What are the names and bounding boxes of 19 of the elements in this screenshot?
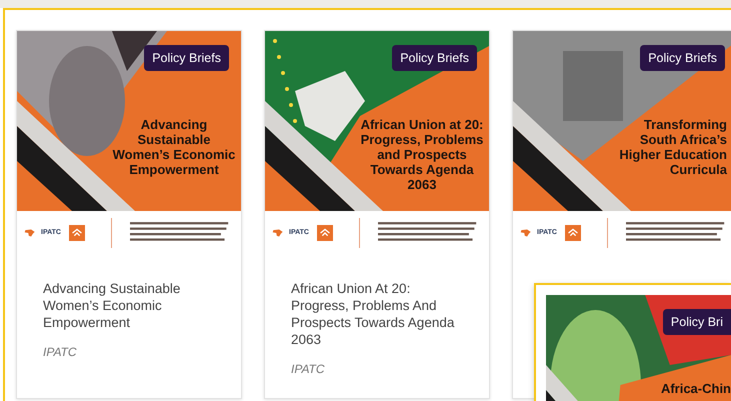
africa-map-icon <box>271 228 285 238</box>
emblem-icon <box>68 224 85 240</box>
cover-title: Africa-Chin <box>660 381 731 396</box>
category-badge: Policy Briefs <box>392 45 477 71</box>
cover-title: African Union at 20: Progress, Problems and Prospects Towards Agenda 2063 <box>360 117 484 192</box>
emblem-icon <box>564 224 581 240</box>
cover-title: Transforming South Africa’s Higher Education Curricula <box>618 117 727 177</box>
africa-map-icon <box>519 228 533 238</box>
floating-publication-card[interactable]: Policy Bri Africa-Chin <box>534 283 731 401</box>
publication-title[interactable]: African Union At 20: Progress, Problems And Prospects Towards Agenda 2063 <box>291 280 463 348</box>
publication-title[interactable]: Advancing Sustainable Women’s Economic Empowerment <box>43 280 215 331</box>
publisher-name: IPATC <box>291 362 326 376</box>
category-badge: Policy Bri <box>662 309 731 335</box>
category-badge: Policy Briefs <box>640 45 725 71</box>
publisher-name: IPATC <box>43 345 78 359</box>
africa-map-icon <box>23 228 37 238</box>
category-badge: Policy Briefs <box>144 45 229 71</box>
emblem-icon <box>316 224 333 240</box>
cover-title: Advancing Sustainable Women’s Economic Empowerment <box>112 117 236 177</box>
